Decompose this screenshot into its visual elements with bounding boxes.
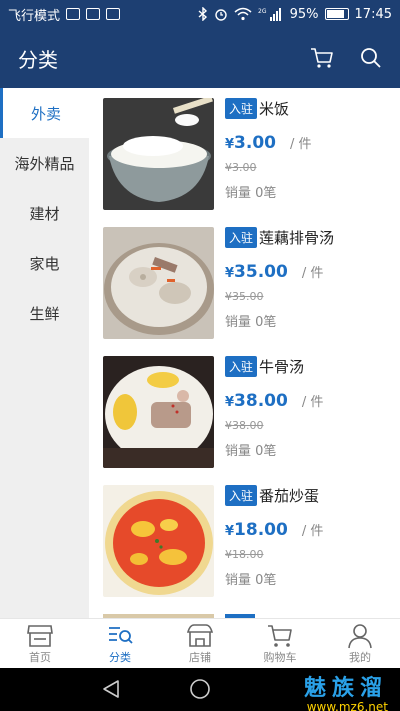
gallery-icon — [106, 8, 121, 20]
sidebar-item-takeout[interactable]: 外卖 — [0, 88, 89, 138]
sidebar-item-overseas[interactable]: 海外精品 — [0, 138, 89, 188]
product-item[interactable]: 入驻 莲藕排骨汤 ¥35.00 / 件 ¥35.00 销量 0笔 — [103, 227, 393, 339]
category-sidebar: 外卖 海外精品 建材 家电 生鲜 — [0, 88, 89, 618]
system-nav-bar: 魅族溜 www.mz6.net — [0, 668, 400, 711]
product-price: 35.00 — [234, 262, 288, 282]
back-icon[interactable] — [100, 678, 122, 700]
tab-profile[interactable]: 我的 — [320, 619, 400, 668]
product-price: 3.00 — [234, 133, 276, 153]
shop-icon — [186, 623, 214, 647]
product-name: 莲藕排骨汤 — [259, 229, 335, 247]
notification-icon — [66, 8, 81, 20]
product-item[interactable]: 入驻 牛骨汤 ¥38.00 / 件 ¥38.00 销量 0笔 — [103, 356, 393, 468]
sales-count: 销量 0笔 — [225, 444, 277, 459]
sidebar-item-building-materials[interactable]: 建材 — [0, 188, 89, 238]
price-unit: / 件 — [290, 137, 312, 152]
store-icon — [27, 624, 53, 647]
bottom-tab-bar: 首页 分类 店铺 购物车 我的 — [0, 618, 400, 668]
home-circle-icon[interactable] — [189, 678, 211, 700]
watermark-url: www.mz6.net — [306, 700, 388, 711]
user-icon — [348, 623, 372, 648]
wifi-icon — [234, 7, 252, 21]
tab-category[interactable]: 分类 — [80, 619, 160, 668]
sales-count: 销量 0笔 — [225, 573, 277, 588]
original-price: ¥38.00 — [225, 419, 264, 432]
original-price: ¥18.00 — [225, 548, 264, 561]
product-image-tomato-eggs[interactable] — [103, 485, 214, 597]
currency-symbol: ¥ — [225, 266, 235, 281]
product-name: 番茄炒蛋 — [259, 487, 320, 505]
product-name: 米饭 — [259, 100, 290, 118]
app-header: 分类 — [0, 28, 400, 88]
product-list: 入驻 米饭 ¥3.00/ 件 ¥3.00 销量 0笔 入驻 莲藕排骨汤 ¥ 35… — [89, 88, 400, 618]
sales-count: 销量 0笔 — [225, 315, 277, 330]
battery-percent: 95% — [289, 6, 319, 22]
signal-icon: 2G — [258, 8, 281, 21]
tab-home[interactable]: 首页 — [0, 619, 80, 668]
settled-badge: 入驻 — [225, 227, 258, 248]
currency-symbol: ¥ — [225, 524, 235, 539]
currency-symbol: ¥ — [225, 137, 235, 152]
airplane-mode-label: 飞行模式 — [8, 8, 61, 24]
tab-label: 分类 — [109, 650, 131, 664]
settled-badge: 入驻 — [225, 98, 258, 119]
watermark: 魅族溜 www.mz6.net — [304, 670, 388, 711]
tab-label: 购物车 — [263, 650, 297, 664]
tab-cart[interactable]: 购物车 — [240, 619, 320, 668]
battery-icon — [324, 8, 349, 20]
sidebar-item-appliances[interactable]: 家电 — [0, 238, 89, 288]
status-bar: 飞行模式 2G 95% 17:45 — [0, 0, 400, 28]
tab-shop[interactable]: 店铺 — [160, 619, 240, 668]
tab-label: 首页 — [29, 650, 51, 664]
product-price: 18.00 — [234, 520, 288, 540]
bluetooth-icon — [198, 7, 207, 21]
page-title: 分类 — [18, 47, 58, 72]
product-item[interactable]: 入驻 米饭 ¥3.00 / 件 ¥3.00 销量 0笔 — [103, 98, 393, 210]
product-image-beef-bone-soup[interactable] — [103, 356, 214, 468]
price-unit: / 件 — [301, 266, 324, 281]
watermark-title: 魅族溜 — [303, 676, 388, 701]
product-item[interactable]: 入驻 番茄炒蛋 ¥18.00 / 件 ¥18.00 销量 0笔 — [103, 485, 393, 597]
category-search-icon — [109, 626, 133, 644]
search-icon[interactable] — [360, 47, 382, 69]
sales-count: 销量 0笔 — [225, 186, 277, 201]
tab-label: 店铺 — [189, 650, 211, 664]
price-unit: / 件 — [301, 395, 324, 410]
alarm-icon — [214, 9, 227, 21]
original-price: ¥3.00 — [225, 161, 257, 174]
price-unit: / 件 — [301, 524, 324, 539]
product-price: 38.00 — [234, 391, 288, 411]
sidebar-item-fresh[interactable]: 生鲜 — [0, 288, 89, 338]
notification-icon — [86, 8, 101, 20]
tab-label: 我的 — [349, 650, 371, 664]
product-image-lotus-rib-soup[interactable] — [103, 227, 214, 339]
original-price: ¥35.00 — [225, 290, 264, 303]
product-name: 牛骨汤 — [259, 358, 305, 376]
clock: 17:45 — [354, 6, 392, 22]
cart-icon[interactable] — [310, 47, 334, 69]
product-image-rice[interactable] — [103, 98, 214, 210]
currency-symbol: ¥ — [225, 395, 235, 410]
svg-text:2G: 2G — [258, 8, 267, 15]
cart-icon — [268, 624, 292, 647]
settled-badge: 入驻 — [225, 356, 258, 377]
settled-badge: 入驻 — [225, 485, 258, 506]
